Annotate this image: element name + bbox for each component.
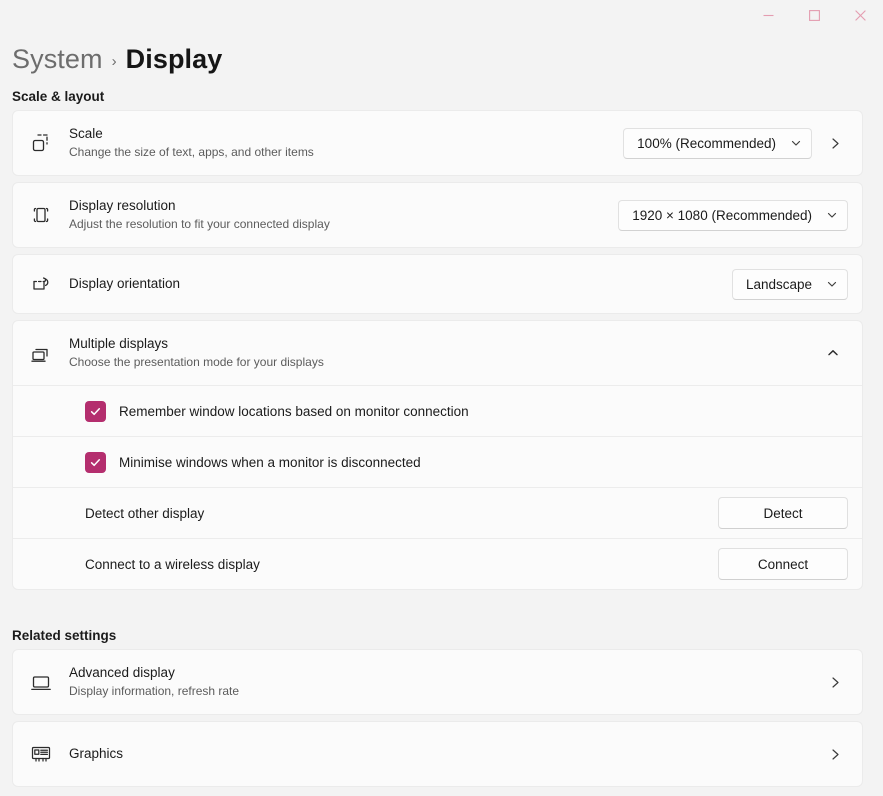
card-advanced-display: Advanced display Display information, re… (12, 649, 863, 715)
advanced-display-icon (29, 670, 69, 694)
card-display-orientation: Display orientation Landscape (12, 254, 863, 314)
graphics-navigate-button[interactable] (822, 748, 848, 761)
checkmark-icon (90, 458, 101, 466)
chevron-down-icon (827, 281, 837, 287)
display-orientation-controls: Landscape (731, 268, 848, 300)
breadcrumb-parent-system[interactable]: System (12, 44, 103, 75)
connect-wireless-display-label: Connect to a wireless display (85, 556, 260, 572)
chevron-down-icon (791, 140, 801, 146)
setting-row-scale[interactable]: Scale Change the size of text, apps, and… (13, 111, 862, 175)
display-resolution-dropdown-value: 1920 × 1080 (Recommended) (632, 207, 812, 223)
checkbox-row-minimise-windows[interactable]: Minimise windows when a monitor is disco… (13, 436, 862, 487)
chevron-down-icon (827, 212, 837, 218)
section-label-related-settings: Related settings (12, 628, 117, 643)
advanced-display-subtitle: Display information, refresh rate (69, 684, 240, 698)
scale-subtitle: Change the size of text, apps, and other… (69, 145, 314, 159)
setting-row-advanced-display[interactable]: Advanced display Display information, re… (13, 650, 862, 714)
card-scale: Scale Change the size of text, apps, and… (12, 110, 863, 176)
scale-navigate-button[interactable] (822, 137, 848, 150)
window-controls (745, 0, 883, 30)
display-resolution-subtitle: Adjust the resolution to fit your connec… (69, 217, 330, 231)
display-resolution-icon (29, 203, 69, 227)
display-orientation-dropdown[interactable]: Landscape (731, 268, 848, 300)
chevron-right-icon (831, 137, 839, 149)
detect-button[interactable]: Detect (718, 497, 848, 529)
scale-title: Scale (69, 126, 103, 141)
display-orientation-text: Display orientation (69, 275, 732, 293)
minimize-button[interactable] (745, 0, 791, 30)
scale-icon (29, 131, 69, 155)
display-orientation-title: Display orientation (69, 276, 181, 291)
multiple-displays-title: Multiple displays (69, 336, 169, 351)
checkbox-row-remember-window-locations[interactable]: Remember window locations based on monit… (13, 385, 862, 436)
setting-row-multiple-displays[interactable]: Multiple displays Choose the presentatio… (13, 321, 862, 385)
display-resolution-text: Display resolution Adjust the resolution… (69, 197, 618, 233)
section-label-scale-layout: Scale & layout (12, 89, 105, 104)
scale-text: Scale Change the size of text, apps, and… (69, 125, 623, 161)
checkbox-remember-window-locations[interactable] (85, 400, 106, 422)
advanced-display-navigate-button[interactable] (822, 676, 848, 689)
maximize-button[interactable] (791, 0, 837, 30)
display-orientation-icon (29, 272, 69, 296)
graphics-controls (822, 748, 848, 761)
action-row-detect-other-display: Detect other display Detect (13, 487, 862, 538)
scale-dropdown-value: 100% (Recommended) (637, 135, 776, 151)
action-row-connect-wireless-display: Connect to a wireless display Connect (13, 538, 862, 589)
checkbox-minimise-windows[interactable] (85, 451, 106, 473)
connect-button[interactable]: Connect (718, 548, 848, 580)
multiple-displays-controls (818, 338, 848, 368)
advanced-display-controls (822, 676, 848, 689)
card-multiple-displays: Multiple displays Choose the presentatio… (12, 320, 863, 590)
maximize-icon (808, 9, 820, 21)
display-orientation-dropdown-value: Landscape (745, 276, 812, 292)
title-bar (0, 0, 883, 30)
chevron-up-icon (828, 350, 838, 356)
checkbox-label-minimise-windows: Minimise windows when a monitor is disco… (119, 454, 421, 470)
graphics-text: Graphics (69, 745, 822, 763)
close-button[interactable] (837, 0, 883, 30)
multiple-displays-icon (29, 340, 69, 366)
graphics-icon (29, 742, 69, 766)
detect-other-display-label: Detect other display (85, 505, 205, 521)
setting-row-graphics[interactable]: Graphics (13, 722, 862, 786)
display-resolution-dropdown[interactable]: 1920 × 1080 (Recommended) (618, 199, 848, 231)
card-display-resolution: Display resolution Adjust the resolution… (12, 182, 863, 248)
setting-row-display-orientation[interactable]: Display orientation Landscape (13, 255, 862, 313)
display-resolution-title: Display resolution (69, 198, 176, 213)
multiple-displays-subtitle: Choose the presentation mode for your di… (69, 355, 324, 369)
checkmark-icon (90, 407, 101, 415)
checkbox-label-remember-window-locations: Remember window locations based on monit… (119, 403, 469, 419)
multiple-displays-text: Multiple displays Choose the presentatio… (69, 335, 818, 371)
advanced-display-text: Advanced display Display information, re… (69, 664, 822, 700)
advanced-display-title: Advanced display (69, 665, 175, 680)
close-icon (854, 9, 866, 21)
scale-controls: 100% (Recommended) (623, 127, 848, 159)
page-title: Display (125, 44, 223, 74)
breadcrumb-separator-icon: › (111, 53, 117, 70)
card-graphics: Graphics (12, 721, 863, 787)
graphics-title: Graphics (69, 746, 124, 761)
multiple-displays-collapse-button[interactable] (818, 338, 848, 368)
display-resolution-controls: 1920 × 1080 (Recommended) (618, 199, 848, 231)
scale-dropdown[interactable]: 100% (Recommended) (623, 127, 812, 159)
breadcrumb: System › Display (0, 30, 883, 75)
minimize-icon (763, 14, 773, 16)
chevron-right-icon (831, 748, 839, 760)
chevron-right-icon (831, 676, 839, 688)
setting-row-display-resolution[interactable]: Display resolution Adjust the resolution… (13, 183, 862, 247)
